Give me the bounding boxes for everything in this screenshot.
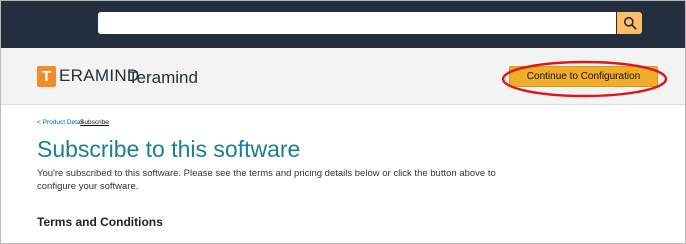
terms-and-conditions-heading: Terms and Conditions: [37, 215, 163, 229]
search-input-wrapper[interactable]: [98, 12, 616, 34]
highlight-ellipse: [501, 60, 668, 98]
breadcrumb-subscribe[interactable]: Subscribe: [80, 119, 109, 126]
page-title: Subscribe to this software: [37, 136, 301, 162]
teramind-logo-mark: T: [37, 66, 56, 87]
top-navigation-bar: [1, 1, 685, 48]
product-name: Teramind: [128, 68, 198, 87]
page-frame: T ERAMIND Teramind Continue to Configura…: [0, 0, 686, 244]
search-input[interactable]: [98, 12, 616, 34]
subscription-description: You're subscribed to this software. Plea…: [37, 168, 496, 192]
search-icon: [623, 16, 637, 30]
breadcrumb-product-detail-link[interactable]: < Product Detail: [37, 119, 83, 126]
search-button[interactable]: [617, 12, 642, 34]
